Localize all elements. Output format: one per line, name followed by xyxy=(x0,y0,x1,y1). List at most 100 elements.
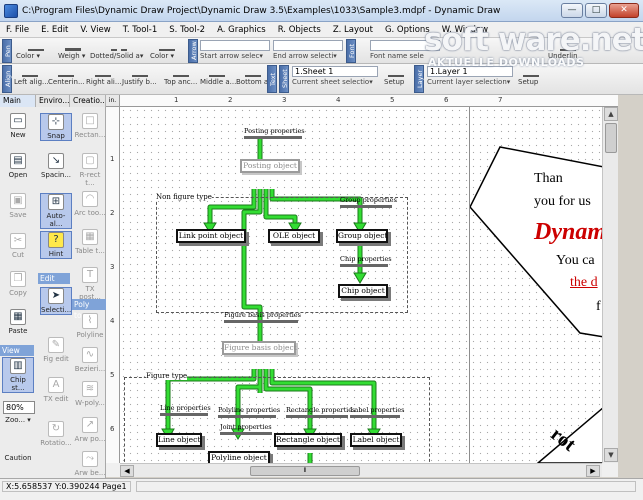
rectangle-object-node[interactable]: Rectangle object xyxy=(274,433,342,447)
menu-objects[interactable]: R. Objects xyxy=(278,25,321,35)
tab-environment[interactable]: Enviro... xyxy=(36,95,70,107)
cut-button[interactable]: ✂ Cut xyxy=(2,233,34,259)
view-header: View xyxy=(0,345,34,356)
layer-setup-button[interactable]: Setup xyxy=(518,65,544,89)
paste-button[interactable]: ▦ Paste xyxy=(2,309,34,335)
toolbar-pen: Pen Color ▾ Weigh ▾ Dotted/Solid a▾ Colo… xyxy=(0,38,643,64)
link-point-object-node[interactable]: Link point object xyxy=(176,229,246,243)
floppy-disk-icon: ▣ xyxy=(10,193,26,209)
minimize-button[interactable]: — xyxy=(561,3,583,18)
centering-button[interactable]: Centerin... xyxy=(48,65,85,89)
figure-edit-button[interactable]: ✎ Fig edit xyxy=(40,337,72,363)
figure-edit-icon: ✎ xyxy=(48,337,64,353)
hint-button[interactable]: ? Hint xyxy=(40,231,72,259)
table-tool-button[interactable]: ▦ Table t... xyxy=(74,229,106,255)
align-center-icon xyxy=(58,65,74,77)
menu-tool-1[interactable]: T. Tool-1 xyxy=(123,25,158,35)
copy-button[interactable]: ❐ Copy xyxy=(2,271,34,297)
environment-column: ⊹ Snap ↘ Spacin... ⊞ Auto-al... ? Hint Edit … xyxy=(38,107,72,477)
horizontal-scrollbar[interactable]: ◀ ⦀ ▶ xyxy=(120,463,602,477)
arrow-poly-tool-button[interactable]: ↗ Arw po... xyxy=(74,417,106,443)
fragment-text: f xyxy=(596,299,601,314)
menu-tool-2[interactable]: S. Tool-2 xyxy=(169,25,205,35)
scroll-right-icon[interactable]: ▶ xyxy=(586,465,600,477)
pen-weight-button[interactable]: Weigh ▾ xyxy=(58,39,88,63)
text-edit-button[interactable]: A TX edit xyxy=(40,377,72,403)
rounded-rect-tool-button[interactable]: ▢ R-rect t... xyxy=(74,153,106,187)
caution-button[interactable]: Caution xyxy=(2,454,34,462)
pen-color-button[interactable]: Color ▾ xyxy=(16,39,56,63)
sheet-setup-button[interactable]: Setup xyxy=(384,65,408,89)
close-button[interactable]: ✕ xyxy=(609,3,639,18)
justify-button[interactable]: Justify b... xyxy=(122,65,158,89)
menu-file[interactable]: F. File xyxy=(6,25,29,35)
underline-button[interactable]: Underlin xyxy=(548,39,588,63)
right-align-button[interactable]: Right ali... xyxy=(86,65,122,89)
canvas-area: in. 1 2 3 4 5 6 7 1 2 3 4 5 6 Non figure… xyxy=(106,95,618,477)
text-post-tool-button[interactable]: T TX post... xyxy=(74,267,106,301)
cursor-arrow-icon: ➤ xyxy=(48,288,64,304)
left-align-button[interactable]: Left alig... xyxy=(14,65,49,89)
horizontal-scroll-thumb[interactable]: ⦀ xyxy=(250,466,360,476)
sheet-select[interactable]: 1.Sheet 1 Current sheet selectio▾ xyxy=(292,66,378,88)
new-button[interactable]: ▭ New xyxy=(2,113,34,139)
pen-icon xyxy=(28,39,44,51)
underline-icon xyxy=(560,39,576,51)
fill-color-button[interactable]: Color ▾ xyxy=(150,39,184,63)
label-object-node[interactable]: Label object xyxy=(350,433,402,447)
scroll-down-icon[interactable]: ▼ xyxy=(604,448,618,462)
auto-align-button[interactable]: ⊞ Auto-al... xyxy=(40,193,72,229)
snap-button[interactable]: ⊹ Snap xyxy=(40,113,72,141)
menu-view[interactable]: V. View xyxy=(80,25,110,35)
chip-properties-label: Chip properties xyxy=(340,255,392,263)
middle-anchor-button[interactable]: Middle a... xyxy=(200,65,236,89)
hint-icon: ? xyxy=(48,232,64,248)
scroll-left-icon[interactable]: ◀ xyxy=(120,465,134,477)
chip-object-node[interactable]: Chip object xyxy=(338,284,388,298)
line-object-node[interactable]: Line object xyxy=(156,433,202,447)
font-name-select[interactable]: Font name sele xyxy=(370,40,440,62)
maximize-button[interactable]: □ xyxy=(585,3,607,18)
menu-layout[interactable]: Z. Layout xyxy=(333,25,373,35)
selection-tool-button[interactable]: ➤ Selecti... xyxy=(40,287,72,315)
end-arrow-select[interactable]: End arrow selecti▾ xyxy=(273,40,343,62)
ole-object-node[interactable]: OLE object xyxy=(268,229,320,243)
status-bar: X:5.658537 Y:0.390244 Page1 xyxy=(0,478,643,500)
dash-style-button[interactable]: Dotted/Solid a▾ xyxy=(90,39,148,63)
tab-creation[interactable]: Creatio... xyxy=(70,95,106,107)
arc-tool-button[interactable]: ◠ Arc too... xyxy=(74,191,106,217)
menu-window[interactable]: W. Window xyxy=(442,25,488,35)
figure-basis-object-node[interactable]: Figure basis object xyxy=(222,341,297,355)
vertical-scrollbar[interactable]: ▲ ▼ xyxy=(602,107,618,463)
top-anchor-button[interactable]: Top anc... xyxy=(164,65,198,89)
posting-object-node[interactable]: Posting object xyxy=(240,159,300,173)
menu-graphics[interactable]: A. Graphics xyxy=(217,25,266,35)
rectangle-tool-button[interactable]: □ Rectan... xyxy=(74,113,106,139)
drawing-page[interactable]: Non figure type Figure type Posting prop… xyxy=(120,107,602,463)
polyline-tool-button[interactable]: ⌇ Polyline xyxy=(74,313,106,339)
polyline-properties-label: Polyline properties xyxy=(218,406,281,414)
group-properties-label: Group properties xyxy=(340,196,397,204)
save-button[interactable]: ▣ Save xyxy=(2,193,34,219)
scroll-up-icon[interactable]: ▲ xyxy=(604,107,618,121)
zoom-dropdown[interactable]: Zoo... ▾ xyxy=(2,416,34,424)
vertical-scroll-thumb[interactable] xyxy=(605,123,617,153)
zoom-input[interactable]: 80% xyxy=(3,401,35,414)
tab-main[interactable]: Main xyxy=(0,95,36,107)
start-arrow-select[interactable]: Start arrow selec▾ xyxy=(200,40,270,62)
chip-state-button[interactable]: ▥ Chip st... xyxy=(2,357,34,393)
group-object-node[interactable]: Group object xyxy=(336,229,388,243)
polyline-object-node[interactable]: Polyline object xyxy=(208,451,270,463)
align-left-icon xyxy=(22,65,38,77)
open-button[interactable]: ▤ Open xyxy=(2,153,34,179)
menu-edit[interactable]: E. Edit xyxy=(41,25,68,35)
w-poly-tool-button[interactable]: ≋ W-poly... xyxy=(74,381,106,407)
menu-options[interactable]: G. Options xyxy=(385,25,430,35)
bottom-anchor-button[interactable]: Bottom a... xyxy=(236,65,275,89)
rotation-button[interactable]: ↻ Rotatio... xyxy=(40,421,72,447)
spacing-button[interactable]: ↘ Spacin... xyxy=(40,153,72,179)
arrow-bezier-tool-button[interactable]: ⤳ Arw be... xyxy=(74,451,106,477)
layer-select[interactable]: 1.Layer 1 Current layer selection▾ xyxy=(427,66,513,88)
figure-type-label: Figure type xyxy=(146,372,188,380)
bezier-tool-button[interactable]: ∿ Bezieri... xyxy=(74,347,106,373)
